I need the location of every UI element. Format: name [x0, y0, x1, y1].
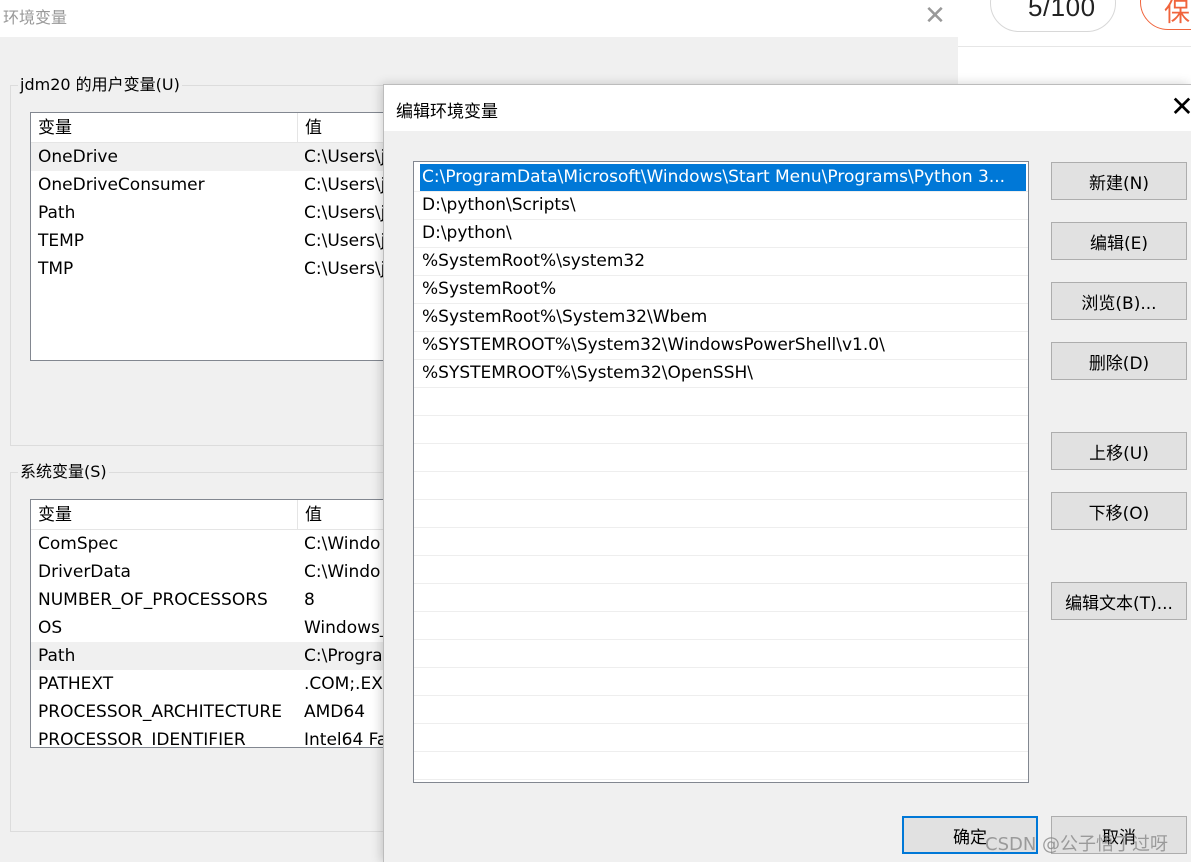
edit-titlebar: 编辑环境变量 ✕	[384, 85, 1191, 131]
path-entry-text: %SystemRoot%\System32\Wbem	[422, 307, 708, 327]
variable-value: C:\Users\j	[304, 231, 386, 251]
variable-name: PATHEXT	[38, 674, 114, 694]
variable-value: C:\Users\j	[304, 147, 386, 167]
empty-path-row[interactable]	[414, 388, 1028, 416]
path-entry-text: %SystemRoot%\system32	[422, 251, 646, 271]
variable-value: Intel64 Fa	[304, 730, 388, 748]
user-vars-label: jdm20 的用户变量(U)	[18, 74, 182, 96]
empty-path-row[interactable]	[414, 416, 1028, 444]
variable-row[interactable]: OS Windows_	[31, 614, 389, 642]
variable-value: 8	[304, 590, 315, 610]
edit-env-dialog: 编辑环境变量 ✕ C:\ProgramData\Microsoft\Window…	[383, 84, 1191, 862]
variable-name: OneDrive	[38, 147, 118, 167]
empty-path-row[interactable]	[414, 724, 1028, 752]
path-entry-text: D:\python\	[422, 223, 512, 243]
path-entry[interactable]: %SystemRoot%\System32\Wbem	[414, 304, 1028, 332]
empty-path-row[interactable]	[414, 472, 1028, 500]
variable-name: NUMBER_OF_PROCESSORS	[38, 590, 268, 610]
variable-name: OS	[38, 618, 63, 638]
empty-path-row[interactable]	[414, 612, 1028, 640]
variable-name: Path	[38, 646, 76, 666]
env-close-icon[interactable]: ✕	[920, 2, 950, 30]
empty-path-row[interactable]	[414, 584, 1028, 612]
path-entry-text: %SYSTEMROOT%\System32\OpenSSH\	[422, 363, 754, 383]
env-titlebar: 环境变量 ✕	[0, 0, 958, 37]
variable-value: C:\Users\j	[304, 203, 386, 223]
variable-row[interactable]: PATHEXT .COM;.EX	[31, 670, 389, 698]
new-button[interactable]: 新建(N)	[1051, 162, 1187, 200]
env-window-title: 环境变量	[3, 8, 68, 27]
col-header-name[interactable]: 变量	[31, 500, 297, 530]
path-entry[interactable]: %SystemRoot%\system32	[414, 248, 1028, 276]
empty-path-row[interactable]	[414, 556, 1028, 584]
variable-name: PROCESSOR_ARCHITECTURE	[38, 702, 282, 722]
empty-path-row[interactable]	[414, 696, 1028, 724]
move-down-button[interactable]: 下移(O)	[1051, 492, 1187, 530]
empty-path-row[interactable]	[414, 500, 1028, 528]
edit-button[interactable]: 编辑(E)	[1051, 222, 1187, 260]
path-entry-text: %SYSTEMROOT%\System32\WindowsPowerShell\…	[422, 335, 885, 355]
variable-row[interactable]: Path C:\Progra	[31, 642, 389, 670]
path-entry[interactable]: %SystemRoot%	[414, 276, 1028, 304]
col-header-value[interactable]: 值	[297, 113, 389, 143]
variable-name: OneDriveConsumer	[38, 175, 205, 195]
variable-row[interactable]: Path C:\Users\j	[31, 199, 389, 227]
variable-row[interactable]: OneDrive C:\Users\j	[31, 143, 389, 171]
path-entry[interactable]: %SYSTEMROOT%\System32\OpenSSH\	[414, 360, 1028, 388]
path-entry-text: C:\ProgramData\Microsoft\Windows\Start M…	[420, 164, 1026, 191]
csdn-watermark: CSDN @公子悟丁过呀	[985, 834, 1169, 855]
path-entry[interactable]: C:\ProgramData\Microsoft\Windows\Start M…	[414, 164, 1028, 192]
variable-row[interactable]: TEMP C:\Users\j	[31, 227, 389, 255]
edit-text-button[interactable]: 编辑文本(T)...	[1051, 582, 1187, 620]
path-entry[interactable]: D:\python\	[414, 220, 1028, 248]
browse-button[interactable]: 浏览(B)...	[1051, 282, 1187, 320]
variable-row[interactable]: NUMBER_OF_PROCESSORS 8	[31, 586, 389, 614]
variable-name: TEMP	[38, 231, 85, 251]
path-entry-text: %SystemRoot%	[422, 279, 557, 299]
system-vars-header: 变量 值	[31, 500, 389, 530]
variable-name: PROCESSOR_IDENTIFIER	[38, 730, 246, 748]
move-up-button[interactable]: 上移(U)	[1051, 432, 1187, 470]
edit-dialog-title: 编辑环境变量	[396, 102, 498, 122]
variable-row[interactable]: OneDriveConsumer C:\Users\j	[31, 171, 389, 199]
variable-value: C:\Users\j	[304, 259, 386, 279]
background-divider	[958, 46, 1191, 47]
variable-row[interactable]: ComSpec C:\Windo	[31, 530, 389, 558]
edit-close-icon[interactable]: ✕	[1169, 91, 1191, 123]
path-entries-list[interactable]: C:\ProgramData\Microsoft\Windows\Start M…	[413, 161, 1029, 783]
variable-name: Path	[38, 203, 76, 223]
variable-value: C:\Windo	[304, 534, 381, 554]
empty-path-row[interactable]	[414, 640, 1028, 668]
variable-name: ComSpec	[38, 534, 119, 554]
variable-value: .COM;.EX	[304, 674, 383, 694]
empty-path-row[interactable]	[414, 752, 1028, 780]
col-header-name[interactable]: 变量	[31, 113, 297, 143]
delete-button[interactable]: 删除(D)	[1051, 342, 1187, 380]
path-entry[interactable]: %SYSTEMROOT%\System32\WindowsPowerShell\…	[414, 332, 1028, 360]
path-entry-text: D:\python\Scripts\	[422, 195, 576, 215]
variable-name: DriverData	[38, 562, 131, 582]
user-vars-list[interactable]: 变量 值 OneDrive C:\Users\j OneDriveConsumer C…	[30, 112, 390, 361]
variable-value: AMD64	[304, 702, 366, 722]
variable-name: TMP	[38, 259, 74, 279]
save-label: 保	[1164, 0, 1191, 28]
variable-value: C:\Windo	[304, 562, 381, 582]
variable-row[interactable]: TMP C:\Users\j	[31, 255, 389, 283]
system-vars-list[interactable]: 变量 值 ComSpec C:\Windo DriverData C:\Windo NU…	[30, 499, 390, 748]
variable-row[interactable]: DriverData C:\Windo	[31, 558, 389, 586]
path-entry[interactable]: D:\python\Scripts\	[414, 192, 1028, 220]
system-vars-label: 系统变量(S)	[18, 461, 109, 483]
variable-value: Windows_	[304, 618, 389, 638]
empty-path-row[interactable]	[414, 528, 1028, 556]
empty-path-row[interactable]	[414, 444, 1028, 472]
variable-value: C:\Progra	[304, 646, 383, 666]
variable-row[interactable]: PROCESSOR_IDENTIFIER Intel64 Fa	[31, 726, 389, 748]
variable-value: C:\Users\j	[304, 175, 386, 195]
col-header-value[interactable]: 值	[297, 500, 389, 530]
variable-row[interactable]: PROCESSOR_ARCHITECTURE AMD64	[31, 698, 389, 726]
user-vars-header: 变量 值	[31, 113, 389, 143]
empty-path-row[interactable]	[414, 668, 1028, 696]
word-count: 5/100	[1028, 0, 1096, 22]
